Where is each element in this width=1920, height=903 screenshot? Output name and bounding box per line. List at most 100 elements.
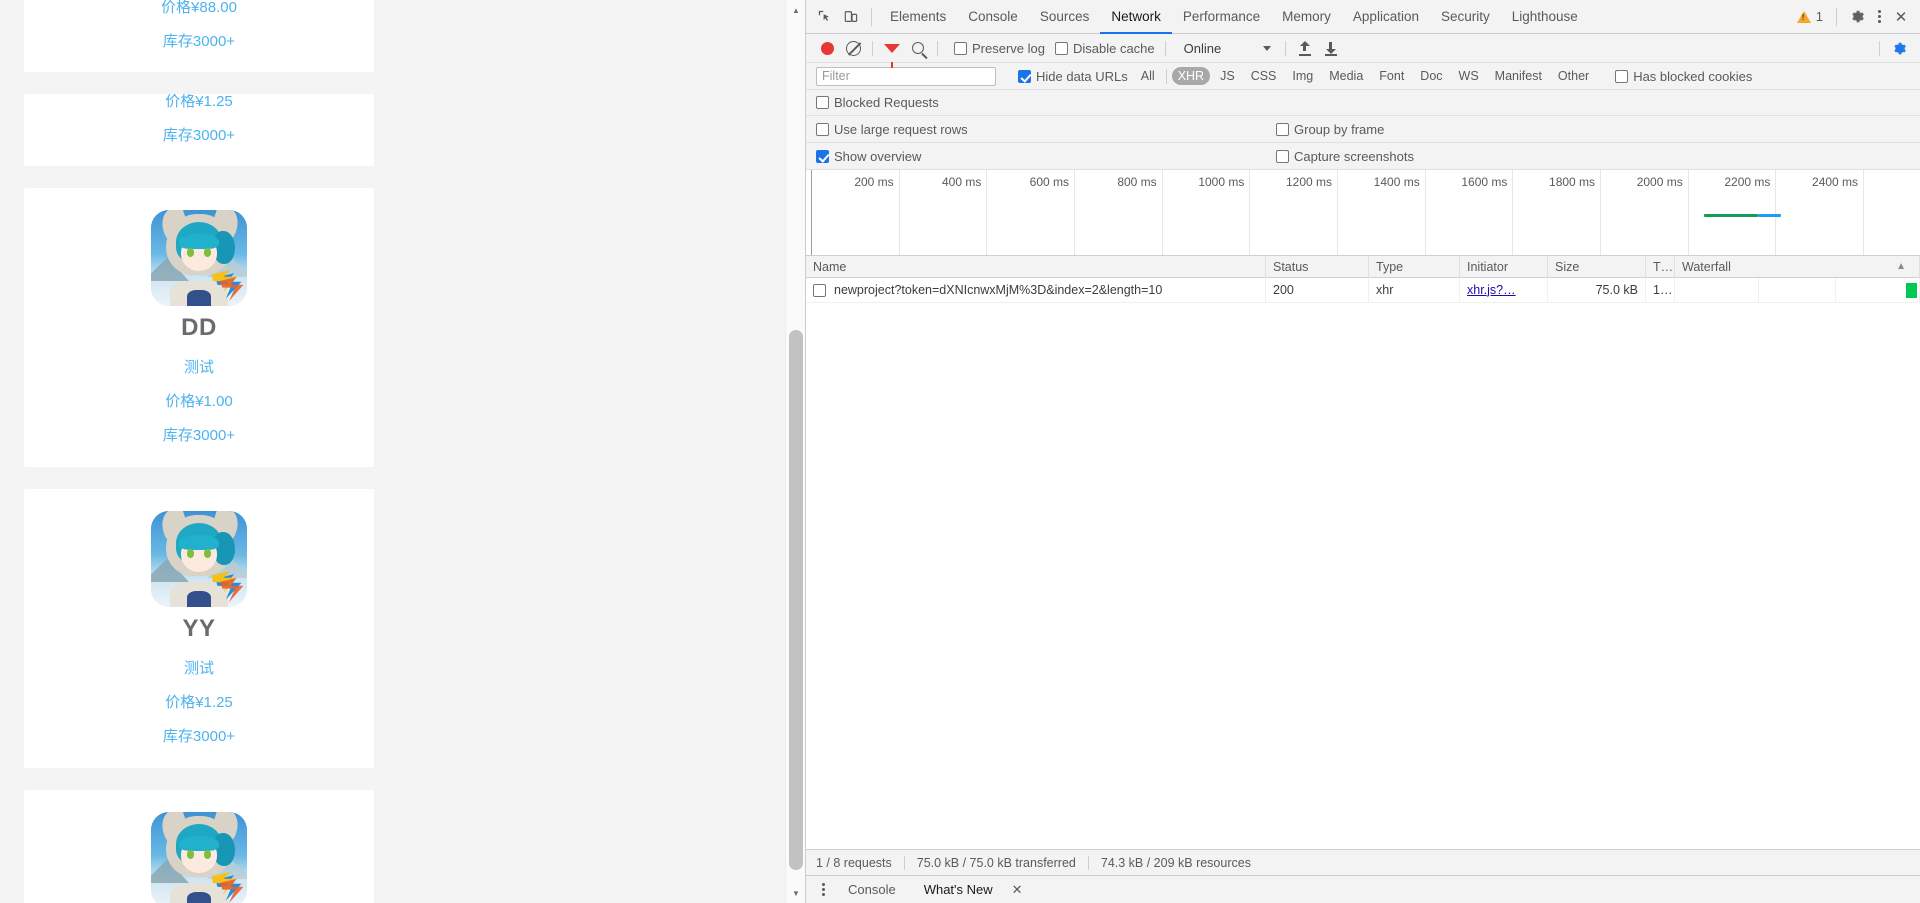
- product-card-partial[interactable]: 价格¥1.25 库存3000+: [24, 94, 374, 166]
- filter-type-media[interactable]: Media: [1323, 67, 1369, 85]
- tab-console[interactable]: Console: [957, 0, 1029, 34]
- export-har-icon[interactable]: [1318, 35, 1344, 61]
- show-overview-checkbox[interactable]: Show overview: [816, 149, 921, 164]
- column-header-size[interactable]: Size: [1548, 256, 1646, 278]
- cell-waterfall[interactable]: [1675, 277, 1920, 303]
- filter-type-css[interactable]: CSS: [1245, 67, 1283, 85]
- overview-tick-cell: 800 ms: [1075, 170, 1163, 255]
- filter-type-other[interactable]: Other: [1552, 67, 1595, 85]
- product-card[interactable]: YY 测试 价格¥1.25 库存3000+: [24, 489, 374, 768]
- overview-tick-label: 800 ms: [1117, 175, 1157, 189]
- filter-type-all[interactable]: All: [1135, 67, 1161, 85]
- drawer-tab-whats-new[interactable]: What's New: [912, 882, 1005, 897]
- tab-application[interactable]: Application: [1342, 0, 1430, 34]
- filter-type-img[interactable]: Img: [1286, 67, 1319, 85]
- filter-type-manifest[interactable]: Manifest: [1489, 67, 1548, 85]
- capture-screenshots-checkbox[interactable]: Capture screenshots: [1276, 149, 1414, 164]
- gear-icon[interactable]: [1844, 4, 1870, 30]
- page-vertical-scrollbar[interactable]: ▲ ▼: [785, 0, 805, 903]
- product-card[interactable]: DD 测试 价格¥1.00 库存3000+: [24, 188, 374, 467]
- disable-cache-checkbox[interactable]: Disable cache: [1054, 40, 1155, 56]
- network-settings-gear-icon[interactable]: [1886, 35, 1912, 61]
- column-header-initiator[interactable]: Initiator: [1460, 256, 1548, 278]
- overview-tick-label: 400 ms: [941, 175, 982, 189]
- preserve-log-checkbox[interactable]: Preserve log: [954, 41, 1045, 56]
- throttling-value: Online: [1183, 40, 1222, 56]
- column-header-time[interactable]: T…: [1646, 256, 1675, 278]
- request-name: newproject?token=dXNIcnwxMjM%3D&index=2&…: [834, 282, 1163, 297]
- checkbox-box: [1276, 122, 1289, 136]
- scroll-up-arrow-icon[interactable]: ▲: [786, 0, 805, 20]
- device-toolbar-icon[interactable]: [838, 4, 864, 30]
- row-large-rows-group-frame: Use large request rows Group by frame: [806, 116, 1920, 143]
- warning-indicator[interactable]: 1: [1791, 9, 1829, 24]
- drawer-more-icon[interactable]: [814, 883, 832, 896]
- tab-network[interactable]: Network: [1100, 0, 1172, 34]
- search-icon[interactable]: [905, 35, 931, 61]
- card-subtitle: 测试: [183, 660, 214, 677]
- cell-initiator[interactable]: xhr.js?…: [1460, 277, 1548, 303]
- scroll-down-arrow-icon[interactable]: ▼: [786, 883, 805, 903]
- filter-type-xhr[interactable]: XHR: [1171, 67, 1211, 85]
- blocked-requests-row: Blocked Requests: [806, 90, 1920, 116]
- table-body: newproject?token=dXNIcnwxMjM%3D&index=2&…: [806, 277, 1920, 849]
- tab-memory[interactable]: Memory: [1271, 0, 1342, 34]
- hide-data-urls-checkbox[interactable]: Hide data URLs: [1018, 69, 1128, 84]
- column-header-status[interactable]: Status: [1266, 256, 1369, 278]
- warning-count: 1: [1815, 9, 1823, 24]
- column-header-name[interactable]: Name: [806, 256, 1266, 278]
- column-header-type[interactable]: Type: [1369, 256, 1460, 278]
- table-header-row: Name Status Type Initiator Size T… Water…: [806, 256, 1920, 278]
- filter-input[interactable]: [816, 66, 996, 86]
- overview-tick-label: 2000 ms: [1636, 175, 1683, 189]
- filter-funnel-icon[interactable]: [879, 35, 905, 68]
- throttling-select[interactable]: Online: [1184, 41, 1272, 56]
- overview-tick-label: 1000 ms: [1198, 175, 1245, 189]
- tab-lighthouse[interactable]: Lighthouse: [1501, 0, 1589, 34]
- cell-name[interactable]: newproject?token=dXNIcnwxMjM%3D&index=2&…: [806, 277, 1266, 303]
- waterfall-gridline: [1759, 277, 1836, 303]
- column-header-waterfall[interactable]: Waterfall ▲: [1675, 256, 1920, 278]
- clear-button[interactable]: [840, 35, 866, 61]
- overview-tick-cell: 2400 ms: [1776, 170, 1865, 255]
- devtools-panel: Elements Console Sources Network Perform…: [805, 0, 1920, 903]
- card-title: DD: [181, 314, 217, 341]
- use-large-request-rows-checkbox[interactable]: Use large request rows: [816, 122, 968, 137]
- row-left-half: Show overview: [816, 149, 1276, 164]
- overview-tick-cell: 2200 ms: [1689, 170, 1782, 255]
- drawer-tab-close-icon[interactable]: ✕: [1012, 882, 1023, 898]
- inspect-element-icon[interactable]: [812, 4, 838, 30]
- blocked-requests-checkbox[interactable]: Blocked Requests: [816, 95, 939, 110]
- tab-sources[interactable]: Sources: [1029, 0, 1101, 34]
- import-har-icon[interactable]: [1292, 35, 1318, 61]
- overview-tick-cell-last: [1864, 170, 1920, 255]
- filter-type-doc[interactable]: Doc: [1414, 67, 1448, 85]
- close-icon[interactable]: ✕: [1888, 4, 1914, 30]
- waterfall-gridline: [1682, 277, 1759, 303]
- blocked-requests-label: Blocked Requests: [834, 95, 939, 110]
- request-checkbox[interactable]: [813, 283, 826, 297]
- filter-type-ws[interactable]: WS: [1453, 67, 1485, 85]
- checkbox-box: [816, 149, 829, 163]
- tab-elements[interactable]: Elements: [879, 0, 957, 34]
- product-card-partial[interactable]: 价格¥88.00 库存3000+: [24, 0, 374, 72]
- toolbar-divider: [871, 7, 872, 26]
- scrollbar-thumb[interactable]: [789, 330, 803, 870]
- group-by-frame-checkbox[interactable]: Group by frame: [1276, 122, 1384, 137]
- tab-security[interactable]: Security: [1430, 0, 1501, 34]
- filter-type-js[interactable]: JS: [1214, 67, 1241, 85]
- card-title: YY: [182, 615, 216, 642]
- overview-tick-cell: 600 ms: [987, 170, 1076, 255]
- more-vertical-icon[interactable]: [1870, 4, 1888, 30]
- card-price: 价格¥88.00: [161, 0, 237, 16]
- network-overview-timeline[interactable]: 200 ms 400 ms 600 ms 800 ms 1000 ms 1200…: [806, 170, 1920, 256]
- product-card[interactable]: YX 测试 价格¥0.75 库存3000+: [24, 790, 374, 903]
- record-button[interactable]: [814, 35, 840, 61]
- table-row[interactable]: newproject?token=dXNIcnwxMjM%3D&index=2&…: [806, 277, 1920, 303]
- disable-cache-label: Disable cache: [1072, 40, 1155, 56]
- tab-performance[interactable]: Performance: [1172, 0, 1271, 34]
- drawer-tab-console[interactable]: Console: [836, 882, 908, 897]
- initiator-link[interactable]: xhr.js?…: [1467, 283, 1516, 297]
- filter-type-font[interactable]: Font: [1373, 67, 1410, 85]
- has-blocked-cookies-checkbox[interactable]: Has blocked cookies: [1615, 69, 1752, 84]
